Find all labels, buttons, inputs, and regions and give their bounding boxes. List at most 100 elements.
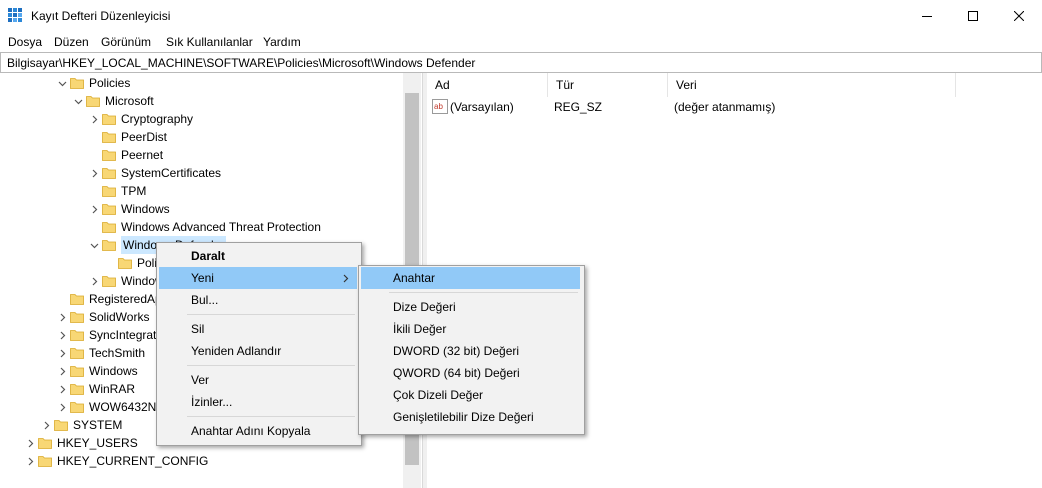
- column-header-type[interactable]: Tür: [548, 73, 668, 97]
- context-menu-item[interactable]: İzinler...: [159, 391, 357, 413]
- close-button[interactable]: [996, 0, 1042, 32]
- tree-item[interactable]: WinRAR: [56, 380, 135, 398]
- submenu-item[interactable]: İkili Değer: [361, 318, 580, 340]
- chevron-right-icon[interactable]: [24, 434, 36, 452]
- folder-icon: [38, 438, 52, 449]
- chevron-right-icon[interactable]: [56, 326, 68, 344]
- folder-icon: [102, 186, 116, 197]
- tree-item[interactable]: Policies: [56, 74, 130, 92]
- context-menu-item[interactable]: Bul...: [159, 289, 357, 311]
- menu-bar: Dosya Düzen Görünüm Sık Kullanılanlar Ya…: [0, 32, 1042, 52]
- chevron-right-icon[interactable]: [88, 110, 100, 128]
- tree-item[interactable]: HKEY_USERS: [24, 434, 138, 452]
- folder-icon: [54, 420, 68, 431]
- tree-item[interactable]: TPM: [88, 182, 146, 200]
- submenu-item-label: Anahtar: [393, 271, 436, 285]
- address-bar[interactable]: Bilgisayar\HKEY_LOCAL_MACHINE\SOFTWARE\P…: [0, 52, 1042, 73]
- tree-item-label: Microsoft: [105, 94, 154, 108]
- menu-view[interactable]: Görünüm: [101, 35, 151, 49]
- context-menu-item[interactable]: Sil: [159, 318, 357, 340]
- chevron-right-icon[interactable]: [40, 416, 52, 434]
- tree-item[interactable]: SYSTEM: [40, 416, 122, 434]
- submenu-item[interactable]: Genişletilebilir Dize Değeri: [361, 406, 580, 428]
- maximize-icon: [968, 11, 978, 21]
- tree-item[interactable]: Microsoft: [72, 92, 154, 110]
- folder-icon: [86, 96, 100, 107]
- menu-favorites[interactable]: Sık Kullanılanlar: [166, 35, 253, 49]
- folder-icon: [102, 150, 116, 161]
- submenu-item[interactable]: Çok Dizeli Değer: [361, 384, 580, 406]
- tree-item[interactable]: PeerDist: [88, 128, 167, 146]
- tree-item[interactable]: SyncIntegration: [56, 326, 172, 344]
- folder-icon: [70, 330, 84, 341]
- tree-item[interactable]: HKEY_CURRENT_CONFIG: [24, 452, 208, 470]
- menu-edit[interactable]: Düzen: [54, 35, 89, 49]
- context-menu-item[interactable]: Yeni: [159, 267, 357, 289]
- tree-item-label: HKEY_USERS: [57, 436, 138, 450]
- chevron-right-icon[interactable]: [88, 272, 100, 290]
- close-icon: [1014, 11, 1024, 21]
- menu-separator: [187, 314, 355, 315]
- string-value-icon: ab: [432, 99, 448, 114]
- maximize-button[interactable]: [950, 0, 996, 32]
- tree-item[interactable]: TechSmith: [56, 344, 145, 362]
- chevron-right-icon[interactable]: [56, 380, 68, 398]
- folder-icon: [102, 168, 116, 179]
- tree-item[interactable]: SolidWorks: [56, 308, 149, 326]
- tree-item[interactable]: Peernet: [88, 146, 163, 164]
- tree-item[interactable]: SystemCertificates: [88, 164, 221, 182]
- context-menu-item-label: Yeniden Adlandır: [191, 344, 282, 358]
- menu-file[interactable]: Dosya: [8, 35, 42, 49]
- chevron-right-icon[interactable]: [88, 200, 100, 218]
- folder-icon: [70, 78, 84, 89]
- context-menu-item[interactable]: Yeniden Adlandır: [159, 340, 357, 362]
- menu-separator: [187, 416, 355, 417]
- context-menu-item[interactable]: Daralt: [159, 245, 357, 267]
- context-menu-item-label: Ver: [191, 373, 210, 387]
- chevron-down-icon[interactable]: [72, 92, 84, 110]
- chevron-right-icon[interactable]: [56, 308, 68, 326]
- context-menu-item[interactable]: Ver: [159, 369, 357, 391]
- minimize-button[interactable]: [904, 0, 950, 32]
- tree-item[interactable]: Windows: [56, 362, 138, 380]
- chevron-right-icon[interactable]: [56, 362, 68, 380]
- value-row[interactable]: ab (Varsayılan) REG_SZ (değer atanmamış): [427, 98, 987, 116]
- tree-item-label: TechSmith: [89, 346, 146, 360]
- column-header-data[interactable]: Veri: [668, 73, 956, 97]
- tree-item[interactable]: Cryptography: [88, 110, 193, 128]
- folder-icon: [102, 240, 116, 251]
- expander-placeholder: [88, 128, 100, 146]
- tree-item[interactable]: Windows Advanced Threat Protection: [88, 218, 321, 236]
- tree-item-label: WinRAR: [89, 382, 136, 396]
- tree-item[interactable]: Windows: [88, 200, 170, 218]
- chevron-right-icon[interactable]: [56, 398, 68, 416]
- context-menu-item-label: Bul...: [191, 293, 219, 307]
- menu-help[interactable]: Yardım: [263, 35, 301, 49]
- tree-item-label: TPM: [121, 184, 147, 198]
- folder-icon: [70, 384, 84, 395]
- context-menu-item[interactable]: Anahtar Adını Kopyala: [159, 420, 357, 442]
- tree-item-label: SystemCertificates: [121, 166, 222, 180]
- tree-item-label: PeerDist: [121, 130, 168, 144]
- chevron-right-icon[interactable]: [24, 452, 36, 470]
- chevron-down-icon[interactable]: [56, 74, 68, 92]
- tree-item-label: Cryptography: [121, 112, 194, 126]
- column-header-name[interactable]: Ad: [427, 73, 548, 97]
- context-menu-item-label: Sil: [191, 322, 205, 336]
- registry-editor-icon: [8, 8, 22, 22]
- submenu-item-label: Dize Değeri: [393, 300, 456, 314]
- submenu-item[interactable]: Dize Değeri: [361, 296, 580, 318]
- chevron-right-icon[interactable]: [56, 344, 68, 362]
- tree-item-label: Windows Advanced Threat Protection: [121, 220, 321, 234]
- chevron-right-icon[interactable]: [88, 164, 100, 182]
- expander-placeholder: [104, 254, 116, 272]
- submenu-item[interactable]: Anahtar: [361, 267, 580, 289]
- folder-icon: [102, 222, 116, 233]
- folder-icon: [70, 312, 84, 323]
- context-menu-item-label: Daralt: [191, 249, 226, 263]
- chevron-down-icon[interactable]: [88, 236, 100, 254]
- submenu-item[interactable]: DWORD (32 bit) Değeri: [361, 340, 580, 362]
- submenu-item[interactable]: QWORD (64 bit) Değeri: [361, 362, 580, 384]
- context-menu: Daralt Yeni Bul... Sil Yeniden Adlandır Ver İz…: [156, 242, 362, 446]
- value-data: (değer atanmamış): [674, 100, 776, 114]
